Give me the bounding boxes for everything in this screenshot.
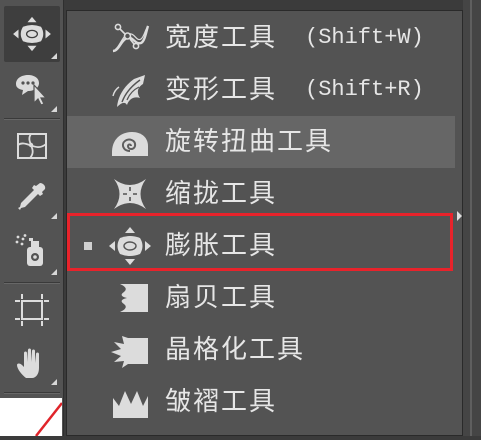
fill-none-swatch-icon [0, 398, 63, 437]
crystallize-tool-icon [111, 336, 148, 368]
pucker-tool-icon [114, 179, 146, 209]
eyedropper-tool-icon [18, 183, 46, 210]
toolbar-bloat-tool-button[interactable] [4, 6, 60, 62]
flyout-indicator-icon [51, 53, 57, 59]
annotation-highlight-box [67, 213, 453, 271]
artboard-tool-icon [15, 294, 49, 326]
flyout-item-label: 变形工具 [165, 75, 278, 105]
flyout-indicator-icon [51, 106, 57, 112]
flyout-item-label: 扇贝工具 [165, 283, 278, 313]
flyout-item-wrinkle-tool[interactable]: 皱褶工具 [67, 376, 455, 428]
toolbar-separator [4, 392, 60, 394]
scallop-tool-icon [120, 284, 148, 312]
fill-color-swatch[interactable] [0, 398, 63, 437]
flyout-indicator-icon [51, 379, 57, 385]
toolbar-mesh-tool-button[interactable] [4, 122, 60, 170]
toolbar-artboard-tool-button[interactable] [4, 286, 60, 334]
toolbar-shape-builder-tool-button[interactable] [4, 63, 60, 115]
flyout-item-width-tool[interactable]: 宽度工具 (Shift+W) [67, 12, 455, 64]
toolbar-symbol-sprayer-tool-button[interactable] [4, 224, 60, 278]
toolbar-separator [4, 118, 60, 120]
tearoff-arrow-icon [457, 211, 462, 221]
mesh-tool-icon [17, 133, 47, 159]
warp-tool-icon [112, 75, 145, 107]
flyout-item-scallop-tool[interactable]: 扇贝工具 [67, 272, 455, 324]
toolbar-hand-tool-button[interactable] [4, 336, 60, 388]
flyout-item-twirl-tool[interactable]: 旋转扭曲工具 [67, 116, 455, 168]
tools-panel [0, 0, 64, 437]
panel-divider [470, 0, 472, 436]
shape-builder-tool-icon [16, 75, 48, 106]
hand-tool-icon [17, 348, 39, 378]
flyout-tearoff-bar[interactable] [455, 11, 462, 435]
right-panel-edge [463, 0, 481, 436]
width-tool-icon [112, 23, 150, 53]
flyout-indicator-icon [51, 269, 57, 275]
toolbar-eyedropper-tool-button[interactable] [4, 172, 60, 222]
bloat-tool-icon [13, 16, 51, 52]
flyout-item-label: 旋转扭曲工具 [165, 127, 334, 157]
flyout-item-shortcut: (Shift+R) [305, 77, 424, 102]
flyout-item-label: 晶格化工具 [165, 335, 306, 365]
flyout-item-label: 宽度工具 [165, 23, 278, 53]
flyout-indicator-icon [51, 213, 57, 219]
twirl-tool-icon [112, 132, 148, 156]
toolbar-separator [4, 282, 60, 284]
flyout-item-warp-tool[interactable]: 变形工具 (Shift+R) [67, 64, 455, 116]
flyout-item-crystallize-tool[interactable]: 晶格化工具 [67, 324, 455, 376]
flyout-item-label: 皱褶工具 [165, 387, 278, 417]
wrinkle-tool-icon [113, 391, 148, 418]
symbol-sprayer-tool-icon [15, 234, 43, 266]
flyout-item-shortcut: (Shift+W) [305, 25, 424, 50]
